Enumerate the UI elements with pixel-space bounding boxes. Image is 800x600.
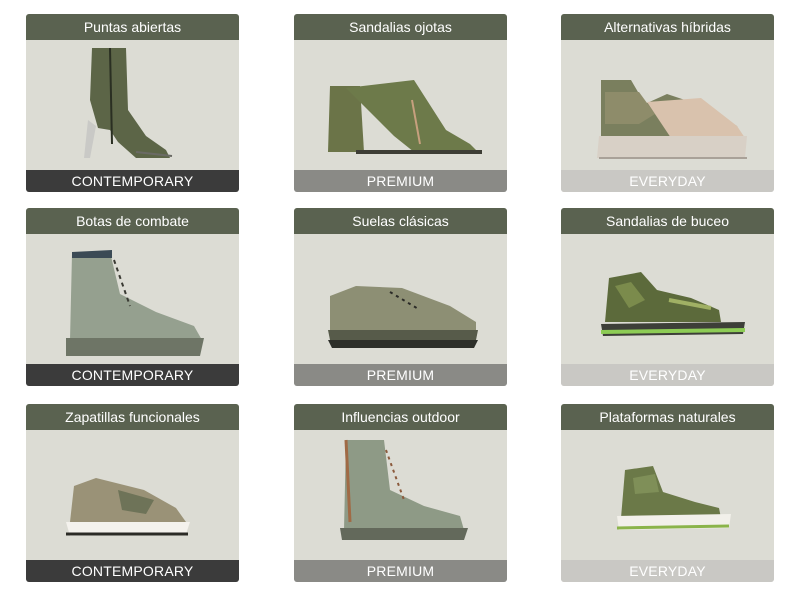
product-card-alternativas-hibridas[interactable]: Alternativas híbridas EVERYDAY (561, 14, 774, 192)
tier-label: CONTEMPORARY (26, 170, 239, 192)
tier-label: CONTEMPORARY (26, 560, 239, 582)
product-card-plataformas-naturales[interactable]: Plataformas naturales EVERYDAY (561, 404, 774, 582)
tier-label: EVERYDAY (561, 170, 774, 192)
card-title: Plataformas naturales (561, 404, 774, 430)
open-toe-bootie-icon (26, 40, 239, 170)
product-card-puntas-abiertas[interactable]: Puntas abiertas CONTEMPORARY (26, 14, 239, 192)
product-card-botas-de-combate[interactable]: Botas de combate CONTEMPORARY (26, 208, 239, 386)
card-title: Suelas clásicas (294, 208, 507, 234)
product-card-sandalias-ojotas[interactable]: Sandalias ojotas PREMIUM (294, 14, 507, 192)
product-card-suelas-clasicas[interactable]: Suelas clásicas PREMIUM (294, 208, 507, 386)
natural-platform-sandal-icon (561, 430, 774, 560)
tier-label: PREMIUM (294, 364, 507, 386)
tier-label: PREMIUM (294, 170, 507, 192)
card-title: Alternativas híbridas (561, 14, 774, 40)
product-card-sandalias-de-buceo[interactable]: Sandalias de buceo EVERYDAY (561, 208, 774, 386)
tier-label: EVERYDAY (561, 560, 774, 582)
hybrid-platform-sandal-icon (561, 40, 774, 170)
card-title: Sandalias de buceo (561, 208, 774, 234)
tier-label: CONTEMPORARY (26, 364, 239, 386)
sport-sandal-icon (561, 234, 774, 364)
card-title: Zapatillas funcionales (26, 404, 239, 430)
card-title: Influencias outdoor (294, 404, 507, 430)
card-title: Puntas abiertas (26, 14, 239, 40)
tier-label: EVERYDAY (561, 364, 774, 386)
product-card-influencias-outdoor[interactable]: Influencias outdoor PREMIUM (294, 404, 507, 582)
functional-sneaker-icon (26, 430, 239, 560)
classic-sole-sneaker-icon (294, 234, 507, 364)
product-card-zapatillas-funcionales[interactable]: Zapatillas funcionales CONTEMPORARY (26, 404, 239, 582)
outdoor-boot-icon (294, 430, 507, 560)
card-title: Sandalias ojotas (294, 14, 507, 40)
flip-flop-heel-icon (294, 40, 507, 170)
combat-boot-icon (26, 234, 239, 364)
tier-label: PREMIUM (294, 560, 507, 582)
card-title: Botas de combate (26, 208, 239, 234)
product-grid: Puntas abiertas CONTEMPORARY Sandalias o… (0, 0, 800, 600)
